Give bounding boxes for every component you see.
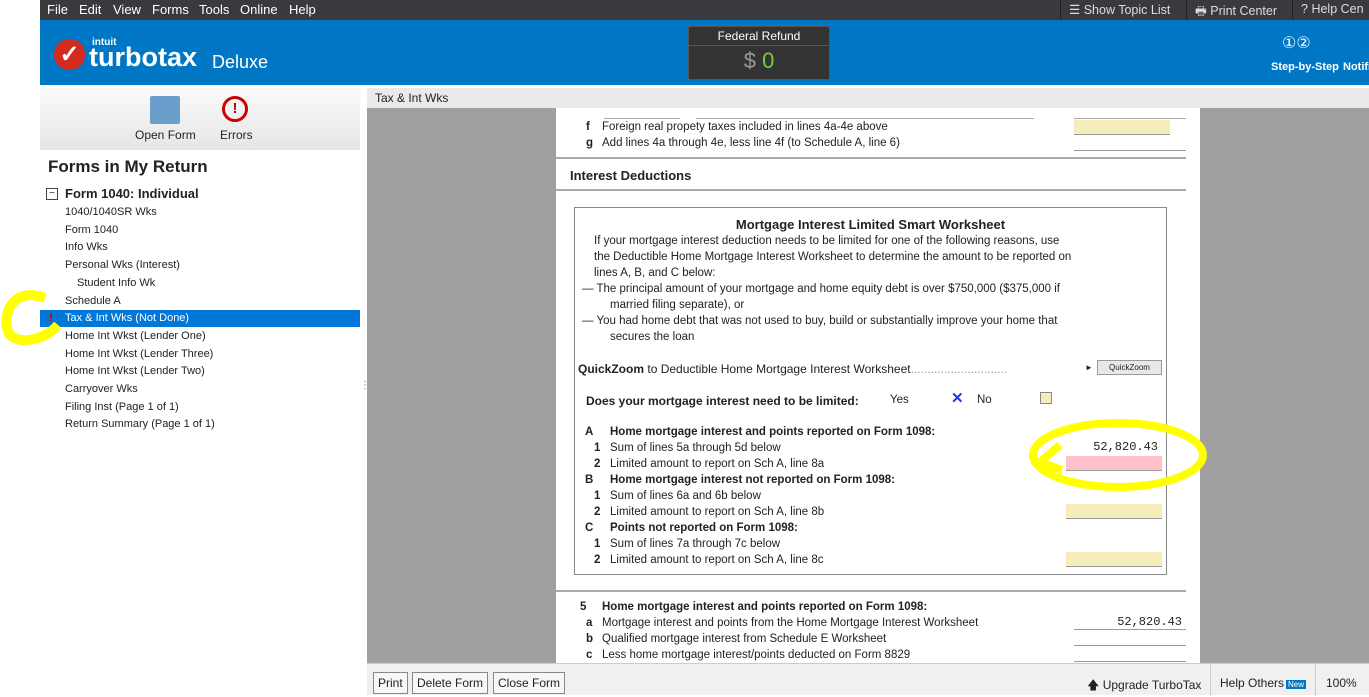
annotation-overlay [1,290,1207,491]
highlight-arrow [1032,441,1064,474]
highlight-circle [1029,419,1207,491]
highlight-mark [1,290,62,346]
